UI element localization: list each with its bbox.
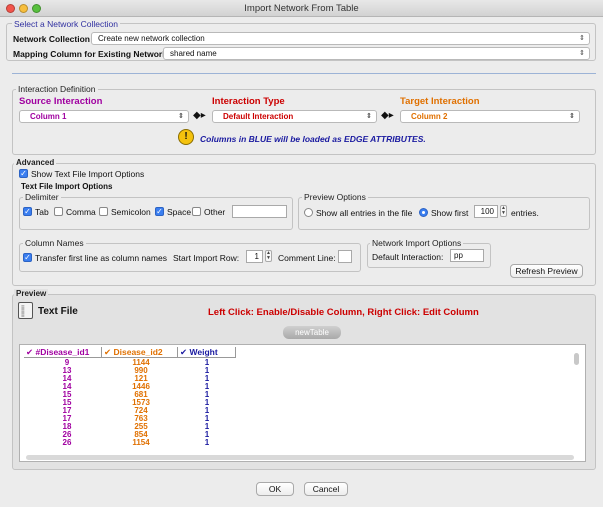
show-all-label: Show all entries in the file xyxy=(316,208,413,218)
updown-arrows-icon: ⇕ xyxy=(366,113,372,120)
warning-icon: ! xyxy=(178,129,194,145)
delimiter-other-input[interactable] xyxy=(232,205,287,218)
source-interaction-title: Source Interaction xyxy=(19,96,103,107)
new-table-tab[interactable]: newTable xyxy=(283,326,341,339)
delimiter-semicolon-label: Semicolon xyxy=(111,207,151,217)
swap-arrows-icon: ◆▸ xyxy=(193,110,206,121)
text-file-label: Text File xyxy=(38,306,78,317)
delimiter-tab-label: Tab xyxy=(35,207,49,217)
check-icon: ✔ xyxy=(26,347,34,357)
horizontal-scrollbar[interactable] xyxy=(26,455,574,460)
column-header-weight[interactable]: ✔ Weight xyxy=(178,347,236,358)
show-options-label: Show Text File Import Options xyxy=(31,169,145,179)
source-interaction-value: Column 1 xyxy=(30,112,67,121)
show-first-radio[interactable] xyxy=(419,208,428,217)
updown-arrows-icon: ⇕ xyxy=(579,35,585,42)
start-import-row-input[interactable]: 1 xyxy=(246,250,263,263)
table-cell: 1 xyxy=(204,438,210,447)
network-collection-legend: Select a Network Collection xyxy=(12,19,120,29)
cancel-button[interactable]: Cancel xyxy=(304,482,348,496)
column-header-label: Disease_id2 xyxy=(113,347,163,357)
refresh-preview-button[interactable]: Refresh Preview xyxy=(510,264,583,278)
network-collection-value: Create new network collection xyxy=(98,34,205,43)
network-import-legend: Network Import Options xyxy=(370,238,464,248)
column-header-disease-id2[interactable]: ✔ Disease_id2 xyxy=(102,347,178,358)
interaction-definition-legend: Interaction Definition xyxy=(16,84,98,94)
check-icon: ✔ xyxy=(180,347,188,357)
ok-button[interactable]: OK xyxy=(256,482,294,496)
window-title: Import Network From Table xyxy=(244,3,359,14)
delimiter-comma-checkbox[interactable] xyxy=(54,207,63,216)
table-cell: 26 xyxy=(62,438,72,447)
vertical-scrollbar[interactable] xyxy=(574,353,579,365)
table-row: 26 1154 1 xyxy=(24,439,244,447)
mapping-column-label: Mapping Column for Existing Network: xyxy=(13,49,170,59)
preview-legend: Preview xyxy=(14,289,49,298)
text-options-label: Text File Import Options xyxy=(21,182,113,191)
interaction-type-select[interactable]: Default Interaction ⇕ xyxy=(212,110,377,123)
preview-options-legend: Preview Options xyxy=(302,192,368,202)
preview-table: ✔ #Disease_id1 ✔ Disease_id2 ✔ Weight 9 … xyxy=(19,344,586,462)
start-import-row-label: Start Import Row: xyxy=(173,253,240,263)
comment-line-input[interactable] xyxy=(338,250,352,263)
column-header-label: Weight xyxy=(189,347,218,357)
updown-arrows-icon: ⇕ xyxy=(569,113,575,120)
show-first-label: Show first xyxy=(431,208,469,218)
show-first-stepper[interactable]: ▲ ▼ xyxy=(500,205,507,217)
target-interaction-value: Column 2 xyxy=(411,112,448,121)
delimiter-tab-checkbox[interactable]: ✓ xyxy=(23,207,32,216)
delimiter-comma-label: Comma xyxy=(66,207,96,217)
show-all-radio[interactable] xyxy=(304,208,313,217)
delimiter-space-checkbox[interactable]: ✓ xyxy=(155,207,164,216)
column-names-legend: Column Names xyxy=(23,238,86,248)
check-icon: ✔ xyxy=(104,347,112,357)
interaction-type-value: Default Interaction xyxy=(223,112,294,121)
column-header-disease-id1[interactable]: ✔ #Disease_id1 xyxy=(24,347,102,358)
mapping-column-select[interactable]: shared name ⇕ xyxy=(163,47,590,60)
section-separator xyxy=(12,73,596,74)
default-interaction-input[interactable]: pp xyxy=(450,249,484,262)
network-collection-select[interactable]: Create new network collection ⇕ xyxy=(91,32,590,45)
show-options-checkbox[interactable]: ✓ xyxy=(19,169,28,178)
table-cell: 1154 xyxy=(132,438,150,447)
delimiter-space-label: Space xyxy=(167,207,192,217)
interaction-type-title: Interaction Type xyxy=(212,96,285,107)
text-file-icon: ≡ ≡ ≡ xyxy=(18,302,33,319)
delimiter-other-label: Other xyxy=(204,207,226,217)
updown-arrows-icon: ⇕ xyxy=(178,113,184,120)
column-header-label: #Disease_id1 xyxy=(35,347,90,357)
comment-line-label: Comment Line: xyxy=(278,253,336,263)
edge-attributes-notice: Columns in BLUE will be loaded as EDGE A… xyxy=(200,134,426,144)
delimiter-semicolon-checkbox[interactable] xyxy=(99,207,108,216)
target-interaction-title: Target Interaction xyxy=(400,96,480,107)
advanced-legend: Advanced xyxy=(14,158,57,167)
target-interaction-select[interactable]: Column 2 ⇕ xyxy=(400,110,580,123)
network-collection-label: Network Collection xyxy=(13,34,90,44)
delimiter-other-checkbox[interactable] xyxy=(192,207,201,216)
show-first-input[interactable]: 100 xyxy=(474,205,498,218)
default-interaction-label: Default Interaction: xyxy=(372,252,444,262)
transfer-first-line-label: Transfer first line as column names xyxy=(35,253,167,263)
delimiter-legend: Delimiter xyxy=(23,192,61,202)
start-import-row-stepper[interactable]: ▲ ▼ xyxy=(265,250,272,262)
swap-arrows-icon: ◆▸ xyxy=(381,110,394,121)
column-click-hint: Left Click: Enable/Disable Column, Right… xyxy=(208,307,479,318)
source-interaction-select[interactable]: Column 1 ⇕ xyxy=(19,110,189,123)
title-bar: Import Network From Table xyxy=(0,0,603,17)
updown-arrows-icon: ⇕ xyxy=(579,50,585,57)
transfer-first-line-checkbox[interactable]: ✓ xyxy=(23,253,32,262)
entries-label: entries. xyxy=(511,208,539,218)
mapping-column-value: shared name xyxy=(170,49,217,58)
